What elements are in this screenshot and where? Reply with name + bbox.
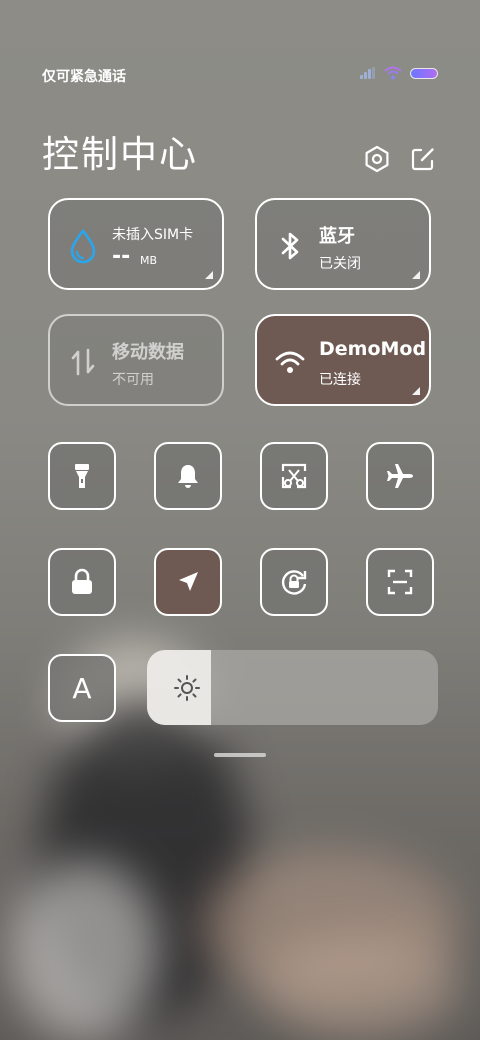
mobile-data-tile[interactable]: 移动数据 不可用 — [48, 314, 224, 406]
brightness-slider[interactable] — [147, 650, 438, 725]
data-usage-value: -- — [112, 244, 131, 269]
expand-corner-icon — [412, 387, 420, 395]
font-size-button[interactable]: A — [48, 654, 116, 722]
wifi-status-icon — [384, 66, 402, 80]
settings-hex-icon[interactable] — [362, 144, 392, 174]
lock-icon — [72, 568, 92, 594]
mobile-data-title: 移动数据 — [112, 342, 184, 363]
lock-screen-toggle[interactable] — [48, 548, 116, 616]
screenshot-icon — [281, 463, 307, 489]
page-title: 控制中心 — [42, 133, 198, 176]
bell-icon — [178, 465, 198, 488]
bluetooth-title: 蓝牙 — [319, 226, 355, 247]
expand-corner-icon — [412, 271, 420, 279]
battery-icon — [410, 67, 438, 79]
data-usage-title: 未插入SIM卡 — [112, 227, 194, 243]
water-drop-icon — [70, 228, 96, 264]
expand-corner-icon — [205, 271, 213, 279]
airplane-icon — [387, 464, 413, 488]
rotation-lock-toggle[interactable] — [260, 548, 328, 616]
carrier-label: 仅可紧急通话 — [42, 69, 126, 85]
mobile-data-status: 不可用 — [112, 372, 154, 388]
ringer-toggle[interactable] — [154, 442, 222, 510]
bluetooth-tile[interactable]: 蓝牙 已关闭 — [255, 198, 431, 290]
edit-icon[interactable] — [408, 144, 438, 174]
signal-icon — [360, 67, 376, 79]
screenshot-toggle[interactable] — [260, 442, 328, 510]
wifi-tile[interactable]: DemoMod 已连接 — [255, 314, 431, 406]
data-usage-tile[interactable]: 未插入SIM卡 -- MB — [48, 198, 224, 290]
panel-handle[interactable] — [214, 753, 266, 757]
data-usage-unit: MB — [140, 254, 158, 267]
scanner-toggle[interactable] — [366, 548, 434, 616]
flashlight-icon — [75, 464, 89, 488]
flashlight-toggle[interactable] — [48, 442, 116, 510]
bluetooth-icon — [281, 232, 299, 260]
wifi-icon — [275, 351, 305, 373]
wifi-status: 已连接 — [319, 372, 361, 388]
location-toggle[interactable] — [154, 548, 222, 616]
airplane-mode-toggle[interactable] — [366, 442, 434, 510]
location-icon — [179, 572, 198, 591]
wifi-network-name: DemoMod — [319, 338, 427, 360]
scan-icon — [387, 569, 413, 595]
font-size-label: A — [72, 671, 92, 705]
rotation-lock-icon — [281, 570, 307, 595]
bluetooth-status: 已关闭 — [319, 256, 361, 272]
brightness-icon — [174, 675, 200, 701]
data-transfer-icon — [71, 348, 95, 376]
status-bar: 仅可紧急通话 — [0, 62, 480, 90]
